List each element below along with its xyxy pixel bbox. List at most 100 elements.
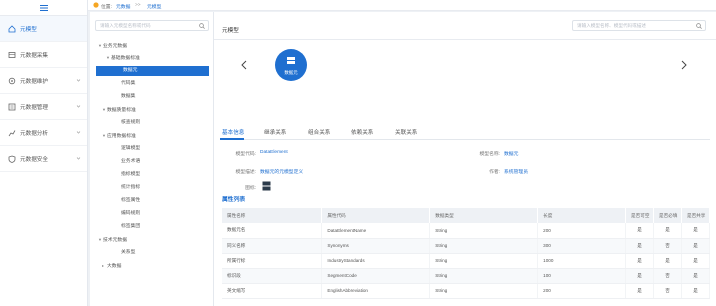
nav-item-collect[interactable]: 元数据采集 bbox=[0, 42, 87, 68]
tree-node[interactable]: 核查规则 bbox=[102, 118, 140, 128]
table-header-cell[interactable]: 是否必填 bbox=[653, 208, 682, 223]
tree-node[interactable]: ▼基础数据标准 bbox=[102, 53, 140, 63]
tree-node-label: 编码规则 bbox=[121, 211, 141, 216]
tab-basic-info[interactable]: 基本信息 bbox=[222, 128, 244, 136]
table-cell: 是 bbox=[625, 223, 655, 239]
tree-node-label: 业务元数据 bbox=[103, 44, 127, 49]
tab-inheritance[interactable]: 继承关系 bbox=[264, 128, 286, 136]
home-icon bbox=[8, 24, 16, 32]
nav-item-manage[interactable]: 元数据管理 bbox=[0, 94, 87, 120]
nav-item-label: 元数据管理 bbox=[20, 104, 48, 111]
table-row[interactable]: 同义名称 Synonyms String 300 是否是 bbox=[222, 238, 711, 254]
tab-association[interactable]: 关联关系 bbox=[395, 128, 417, 136]
chevron-down-icon bbox=[76, 79, 81, 82]
table-cell: 否 bbox=[653, 268, 682, 284]
table-cell: IndustryStandards bbox=[321, 253, 431, 269]
tree-node[interactable]: 标签属性 bbox=[102, 196, 140, 206]
table-row[interactable]: 英文缩写 EnglishAbbreviation String 200 是否是 bbox=[222, 283, 711, 299]
search-icon[interactable] bbox=[696, 23, 702, 29]
tree-node[interactable]: ▼数据质量标准 bbox=[98, 105, 136, 115]
chevron-right-icon[interactable] bbox=[680, 60, 688, 70]
main-search-input[interactable]: 请输入模型名称、模型代码或描述 bbox=[572, 20, 706, 31]
table-header-cell[interactable]: 属性代码 bbox=[321, 208, 431, 223]
database-icon bbox=[287, 57, 295, 64]
table-row[interactable]: 标识段 SegmentCode String 100 是否是 bbox=[222, 268, 711, 284]
breadcrumb-separator: >> bbox=[135, 2, 141, 8]
table-cell: 100 bbox=[537, 268, 627, 284]
tree-node[interactable]: 代码集 bbox=[102, 79, 135, 89]
tab-composition[interactable]: 组合关系 bbox=[308, 128, 330, 136]
table-cell: 是 bbox=[625, 238, 655, 254]
tree-node[interactable]: 标签集团 bbox=[102, 222, 140, 232]
table-cell: 是 bbox=[681, 283, 711, 299]
maintain-icon bbox=[8, 77, 16, 84]
tree-node-label: 大数据 bbox=[107, 264, 122, 269]
table-cell: 200 bbox=[537, 283, 627, 299]
tree-node[interactable]: 统计指标 bbox=[102, 183, 140, 193]
chevron-left-icon[interactable] bbox=[240, 60, 248, 70]
table-header-cell[interactable]: 属性名称 bbox=[222, 208, 323, 223]
table-cell: 是 bbox=[625, 253, 655, 269]
table-cell: 是 bbox=[681, 253, 711, 269]
table-header-cell[interactable]: 是否可空 bbox=[625, 208, 655, 223]
model-name-label: 模型名称: bbox=[479, 152, 500, 157]
table-cell: 英文缩写 bbox=[222, 283, 323, 299]
tree-node-label: 指标模型 bbox=[121, 172, 141, 177]
nav-item-label: 元数据维护 bbox=[20, 78, 48, 85]
tree-node[interactable]: ▸ 大数据 bbox=[98, 261, 121, 271]
table-row[interactable]: 数据元名 DataElementName String 200 是是是 bbox=[222, 223, 711, 239]
table-header-cell[interactable]: 长度 bbox=[537, 208, 627, 223]
model-icon-label: 图标: bbox=[245, 186, 256, 191]
table-cell: SegmentCode bbox=[321, 268, 431, 284]
nav-item-maintain[interactable]: 元数据维护 bbox=[0, 68, 87, 94]
search-icon[interactable] bbox=[199, 23, 205, 29]
table-cell: 是 bbox=[681, 223, 711, 239]
nav-item-analysis[interactable]: 元数据分析 bbox=[0, 120, 87, 146]
table-cell: 是 bbox=[625, 268, 655, 284]
model-desc-label: 模型描述: bbox=[235, 170, 256, 175]
table-cell: 300 bbox=[537, 238, 627, 254]
page-title: 元模型 bbox=[222, 28, 239, 34]
tree-node[interactable]: ▼业务元数据 bbox=[98, 41, 127, 51]
table-cell: String bbox=[429, 283, 539, 299]
table-header-cell[interactable]: 是否共享 bbox=[681, 208, 711, 223]
tree-node[interactable]: ▼应用数据标准 bbox=[98, 131, 136, 141]
tree-node[interactable]: 逻辑模型 bbox=[102, 144, 140, 154]
table-cell: 1000 bbox=[537, 253, 627, 269]
breadcrumb-level2[interactable]: 元模型 bbox=[147, 3, 161, 10]
table-cell: 是 bbox=[653, 253, 682, 269]
table-cell: 否 bbox=[653, 238, 682, 254]
tree-search-input[interactable]: 请输入元模型名称或代码 bbox=[95, 20, 209, 31]
main-header: 元模型 请输入模型名称、模型代码或描述 bbox=[214, 12, 716, 40]
nav-item-security[interactable]: 元数据安全 bbox=[0, 146, 87, 172]
nav-item-label: 元模型 bbox=[20, 26, 37, 33]
menu-icon[interactable] bbox=[39, 4, 48, 11]
table-cell: EnglishAbbreviation bbox=[321, 283, 431, 299]
menu-toggle[interactable] bbox=[0, 0, 87, 16]
tree-node-label: 核查规则 bbox=[121, 120, 141, 125]
attribute-list-title: 属性列表 bbox=[222, 197, 246, 203]
table-row[interactable]: 所属行标 IndustryStandards String 1000 是是是 bbox=[222, 253, 711, 269]
nav-item-metamodel[interactable]: 元模型 bbox=[0, 16, 87, 42]
tree-node-label: 代码集 bbox=[121, 81, 136, 86]
tree-node[interactable]: 编码规则 bbox=[102, 209, 140, 219]
table-cell: 是 bbox=[681, 238, 711, 254]
breadcrumb: 位置: 元数据 >> 元模型 bbox=[88, 0, 716, 11]
nav-item-label: 元数据分析 bbox=[20, 130, 48, 137]
collect-icon bbox=[8, 51, 16, 58]
tree-node[interactable]: 指标模型 bbox=[102, 170, 140, 180]
metamodel-card[interactable]: 数据元 bbox=[275, 49, 307, 81]
table-header-cell[interactable]: 数据类型 bbox=[429, 208, 539, 223]
tree-node[interactable]: 数据集 bbox=[102, 92, 135, 102]
tree-node-label: 技术元数据 bbox=[103, 238, 127, 243]
tab-dependency[interactable]: 依赖关系 bbox=[351, 128, 373, 136]
main-nav: 元模型 元数据采集 元数据维护 元数据管理 元数据分析 元数据安全 bbox=[0, 0, 88, 306]
tree-node[interactable]: 数据元 bbox=[96, 66, 209, 76]
main-search-placeholder: 请输入模型名称、模型代码或描述 bbox=[577, 23, 646, 28]
tree-node[interactable]: ▼技术元数据 bbox=[98, 235, 127, 245]
breadcrumb-level1[interactable]: 元数据 bbox=[116, 3, 130, 10]
tree-node[interactable]: 关系型 bbox=[102, 248, 135, 258]
chevron-down-icon bbox=[76, 105, 81, 108]
tree-node[interactable]: 业务术语 bbox=[102, 157, 140, 167]
table-cell: 200 bbox=[537, 223, 627, 239]
